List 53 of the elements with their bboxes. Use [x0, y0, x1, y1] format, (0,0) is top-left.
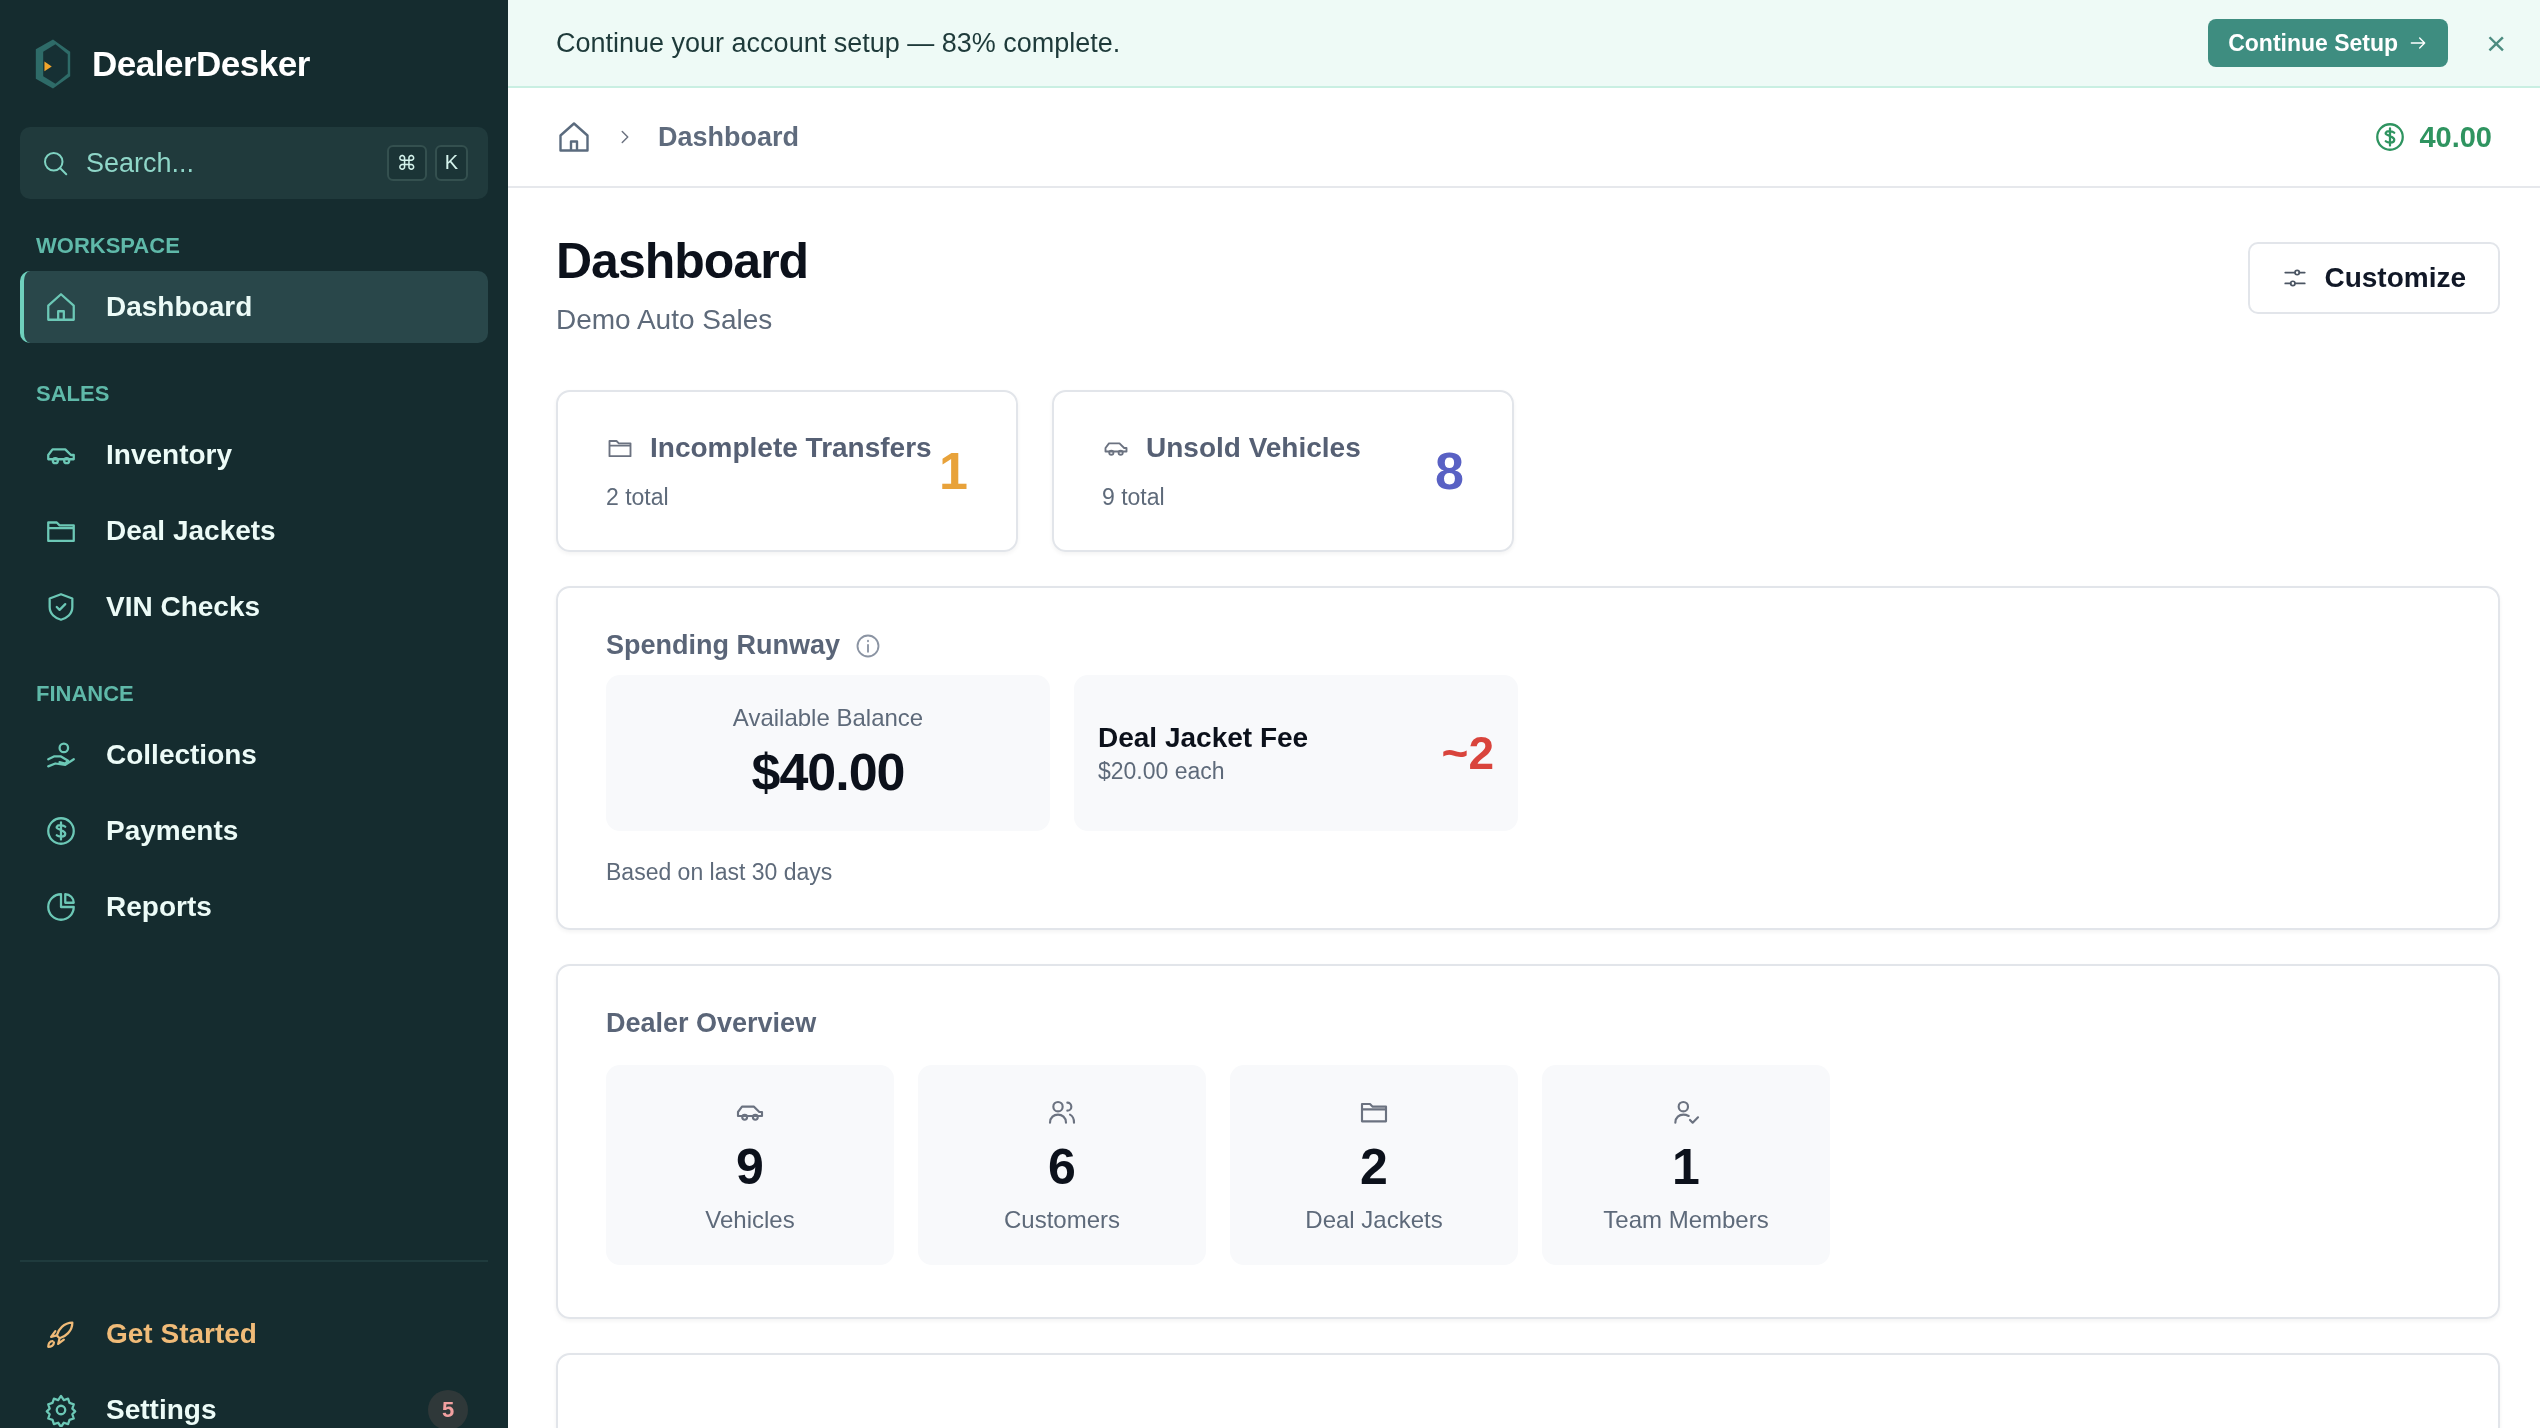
nav-item[interactable]: Dashboard [20, 271, 488, 343]
stat-label: Deal Jackets [1305, 1206, 1443, 1234]
card-title: Spending Runway [606, 630, 840, 661]
close-button[interactable]: × [2482, 23, 2510, 63]
stat-value: 1 [1672, 1138, 1700, 1196]
card-title: Dealer Overview [606, 1008, 817, 1039]
page-title: Dashboard [556, 232, 809, 290]
settings-icon [44, 1393, 78, 1427]
nav-item[interactable]: Reports [20, 871, 488, 943]
balance-label: Available Balance [732, 704, 924, 732]
runway-note: Based on last 30 days [606, 859, 834, 886]
fee-count: ~2 [1441, 726, 1494, 780]
metric-value: 8 [1435, 441, 1464, 501]
dollar-icon [44, 814, 78, 848]
section-label: FINANCE [35, 680, 135, 708]
continue-setup-button[interactable]: Continue Setup [2208, 19, 2449, 67]
stat-label: Team Members [1603, 1206, 1769, 1234]
metric-title: Unsold Vehicles [1146, 431, 1361, 464]
stat-value: 6 [1048, 1138, 1076, 1196]
shortcut-key: K [434, 145, 468, 181]
home-icon [556, 119, 592, 155]
banner-text: Continue your account setup — 83% complete. [556, 27, 1122, 59]
nav-item[interactable]: VIN Checks [20, 571, 488, 643]
metric-value: 1 [939, 441, 968, 501]
metric-total: 9 total [1102, 483, 1166, 511]
brand-name: DealerDesker [92, 43, 310, 84]
breadcrumb-item[interactable]: Dashboard [658, 121, 800, 153]
fee-title: Deal Jacket Fee [1098, 721, 1309, 754]
count-badge: 5 [428, 1390, 468, 1428]
fee-price: $20.00 each [1098, 757, 1226, 785]
metric-title: Incomplete Transfers [650, 431, 932, 464]
metric-total: 2 total [606, 483, 670, 511]
balance-value: $40.00 [751, 742, 905, 802]
nav-item[interactable]: Inventory [20, 419, 488, 491]
metric-card[interactable]: Unsold Vehicles 9 total 8 [1052, 390, 1514, 552]
page-subtitle: Demo Auto Sales [556, 304, 774, 336]
customize-button[interactable]: Customize [2248, 242, 2500, 314]
nav-item[interactable]: Deal Jackets [20, 495, 488, 567]
nav-item[interactable]: Collections [20, 719, 488, 791]
shortcut-key: ⌘ [386, 145, 427, 181]
home-icon [44, 290, 78, 324]
stat-label: Customers [1004, 1206, 1120, 1234]
stat-label: Vehicles [705, 1206, 795, 1234]
stat-value: 2 [1360, 1138, 1388, 1196]
section-label: SALES [35, 380, 111, 408]
balance-amount: 40.00 [2419, 120, 2492, 154]
nav-item[interactable]: Settings 5 [20, 1374, 488, 1428]
stat-value: 9 [736, 1138, 764, 1196]
nav-item[interactable]: Payments [20, 795, 488, 867]
metric-card[interactable]: Incomplete Transfers 2 total 1 [556, 390, 1018, 552]
nav-item[interactable]: Get Started [20, 1298, 488, 1370]
section-label: WORKSPACE [35, 232, 181, 260]
pie-icon [44, 890, 78, 924]
